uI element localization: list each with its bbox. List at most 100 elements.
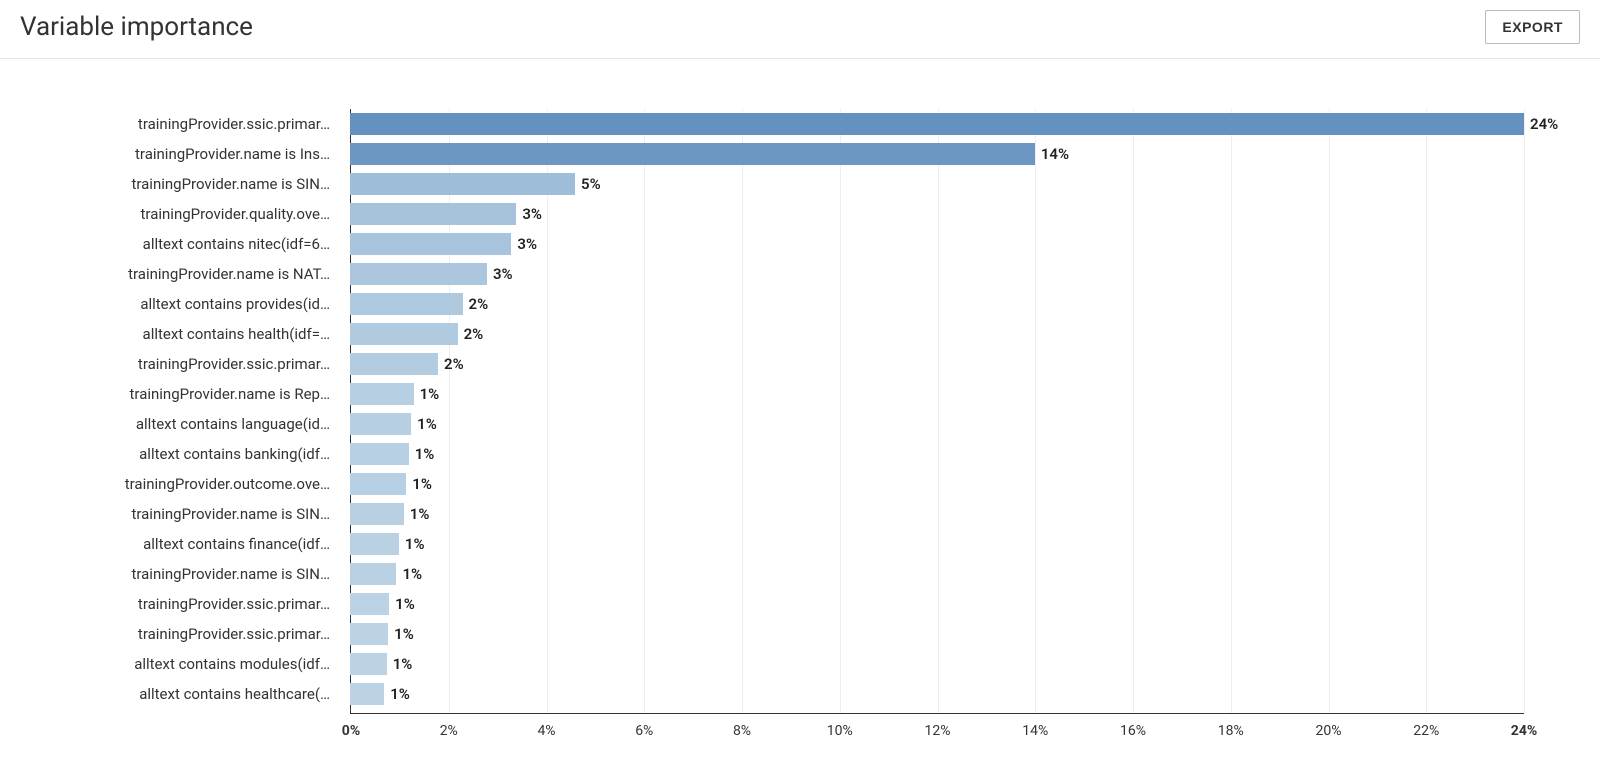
bar: 2% bbox=[350, 323, 458, 345]
bar: 1% bbox=[350, 653, 387, 675]
x-axis-tick: 12% bbox=[925, 723, 951, 739]
bar-row: alltext contains nitec(idf=6…3% bbox=[350, 233, 1524, 255]
bar-value-label: 1% bbox=[420, 383, 440, 405]
bar-row: trainingProvider.ssic.primar…1% bbox=[350, 593, 1524, 615]
bar-row: alltext contains modules(idf…1% bbox=[350, 653, 1524, 675]
bar: 1% bbox=[350, 503, 404, 525]
bar-value-label: 1% bbox=[394, 623, 414, 645]
bar-row: trainingProvider.name is SIN…5% bbox=[350, 173, 1524, 195]
bar-row: trainingProvider.ssic.primar…24% bbox=[350, 113, 1524, 135]
bar-row: alltext contains health(idf=…2% bbox=[350, 323, 1524, 345]
x-axis-tick: 10% bbox=[827, 723, 853, 739]
bar-category-label: trainingProvider.name is SIN… bbox=[40, 175, 340, 193]
bar-category-label: trainingProvider.name is Ins… bbox=[40, 145, 340, 163]
x-axis-tick: 18% bbox=[1218, 723, 1244, 739]
bar-category-label: trainingProvider.ssic.primar… bbox=[40, 115, 340, 133]
bar: 1% bbox=[350, 593, 389, 615]
bar-category-label: trainingProvider.ssic.primar… bbox=[40, 355, 340, 373]
bar-category-label: trainingProvider.name is NAT… bbox=[40, 265, 340, 283]
x-axis-tick: 2% bbox=[440, 723, 458, 739]
bar-row: trainingProvider.name is SIN…1% bbox=[350, 503, 1524, 525]
bar-value-label: 1% bbox=[393, 653, 413, 675]
bar-category-label: alltext contains health(idf=… bbox=[40, 325, 340, 343]
bar: 1% bbox=[350, 623, 388, 645]
page-title: Variable importance bbox=[20, 12, 253, 42]
bar-value-label: 1% bbox=[410, 503, 430, 525]
bar: 1% bbox=[350, 533, 399, 555]
bar-category-label: trainingProvider.name is SIN… bbox=[40, 505, 340, 523]
bar-value-label: 1% bbox=[402, 563, 422, 585]
bar: 1% bbox=[350, 383, 414, 405]
bar: 1% bbox=[350, 683, 384, 705]
bar-row: alltext contains healthcare(…1% bbox=[350, 683, 1524, 705]
bar: 1% bbox=[350, 443, 409, 465]
bar-category-label: trainingProvider.ssic.primar… bbox=[40, 595, 340, 613]
x-axis-tick: 14% bbox=[1022, 723, 1048, 739]
x-axis-tick: 4% bbox=[537, 723, 555, 739]
bar-value-label: 1% bbox=[417, 413, 437, 435]
bar-value-label: 24% bbox=[1530, 113, 1558, 135]
chart-container: 0% 2% 4% 6% 8% 10% 12% 14% 16% 18% 20% 22% 24% train… bbox=[0, 59, 1600, 779]
bar-value-label: 2% bbox=[469, 293, 489, 315]
bar-row: alltext contains banking(idf…1% bbox=[350, 443, 1524, 465]
x-axis-tick: 20% bbox=[1316, 723, 1342, 739]
bar-category-label: trainingProvider.name is Rep… bbox=[40, 385, 340, 403]
bar: 3% bbox=[350, 263, 487, 285]
bar-value-label: 1% bbox=[415, 443, 435, 465]
bar-category-label: alltext contains healthcare(… bbox=[40, 685, 340, 703]
bar: 1% bbox=[350, 413, 411, 435]
bar-row: alltext contains provides(id…2% bbox=[350, 293, 1524, 315]
bar-value-label: 3% bbox=[522, 203, 542, 225]
bar: 14% bbox=[350, 143, 1035, 165]
bar: 5% bbox=[350, 173, 575, 195]
bar: 1% bbox=[350, 563, 396, 585]
bar: 2% bbox=[350, 353, 438, 375]
bar-category-label: trainingProvider.ssic.primar… bbox=[40, 625, 340, 643]
bar-category-label: trainingProvider.name is SIN… bbox=[40, 565, 340, 583]
bar-value-label: 14% bbox=[1041, 143, 1069, 165]
bar: 1% bbox=[350, 473, 406, 495]
x-axis-tick: 24% bbox=[1511, 723, 1537, 739]
bar-category-label: alltext contains modules(idf… bbox=[40, 655, 340, 673]
bar-value-label: 2% bbox=[464, 323, 484, 345]
x-axis-tick: 6% bbox=[635, 723, 653, 739]
variable-importance-chart: 0% 2% 4% 6% 8% 10% 12% 14% 16% 18% 20% 22% 24% train… bbox=[40, 109, 1560, 749]
bar-category-label: alltext contains provides(id… bbox=[40, 295, 340, 313]
bar-row: trainingProvider.quality.ove…3% bbox=[350, 203, 1524, 225]
bar-row: trainingProvider.ssic.primar…2% bbox=[350, 353, 1524, 375]
bar-row: trainingProvider.ssic.primar…1% bbox=[350, 623, 1524, 645]
bar-value-label: 1% bbox=[395, 593, 415, 615]
bar: 24% bbox=[350, 113, 1524, 135]
bar-value-label: 1% bbox=[412, 473, 432, 495]
bar-category-label: trainingProvider.quality.ove… bbox=[40, 205, 340, 223]
bar-category-label: alltext contains finance(idf… bbox=[40, 535, 340, 553]
x-axis-tick: 8% bbox=[733, 723, 751, 739]
bar-row: trainingProvider.name is Rep…1% bbox=[350, 383, 1524, 405]
bar-category-label: alltext contains banking(idf… bbox=[40, 445, 340, 463]
export-button[interactable]: EXPORT bbox=[1485, 10, 1580, 44]
bar-row: trainingProvider.outcome.ove…1% bbox=[350, 473, 1524, 495]
bar-value-label: 3% bbox=[517, 233, 537, 255]
bars-group: trainingProvider.ssic.primar…24% training… bbox=[350, 113, 1524, 713]
bar-category-label: trainingProvider.outcome.ove… bbox=[40, 475, 340, 493]
bar-row: trainingProvider.name is NAT…3% bbox=[350, 263, 1524, 285]
bar: 2% bbox=[350, 293, 463, 315]
bar-row: alltext contains finance(idf…1% bbox=[350, 533, 1524, 555]
x-axis-tick: 16% bbox=[1120, 723, 1146, 739]
bar-value-label: 3% bbox=[493, 263, 513, 285]
grid-line bbox=[1524, 109, 1525, 713]
bar-value-label: 1% bbox=[405, 533, 425, 555]
x-axis-tick: 22% bbox=[1413, 723, 1439, 739]
bar-row: trainingProvider.name is Ins…14% bbox=[350, 143, 1524, 165]
x-axis-tick: 0% bbox=[342, 723, 360, 739]
bar-value-label: 2% bbox=[444, 353, 464, 375]
bar-category-label: alltext contains language(id… bbox=[40, 415, 340, 433]
bar-value-label: 5% bbox=[581, 173, 601, 195]
bar-row: trainingProvider.name is SIN…1% bbox=[350, 563, 1524, 585]
bar: 3% bbox=[350, 233, 511, 255]
bar-category-label: alltext contains nitec(idf=6… bbox=[40, 235, 340, 253]
bar: 3% bbox=[350, 203, 516, 225]
chart-header: Variable importance EXPORT bbox=[0, 0, 1600, 59]
bar-value-label: 1% bbox=[390, 683, 410, 705]
bar-row: alltext contains language(id…1% bbox=[350, 413, 1524, 435]
